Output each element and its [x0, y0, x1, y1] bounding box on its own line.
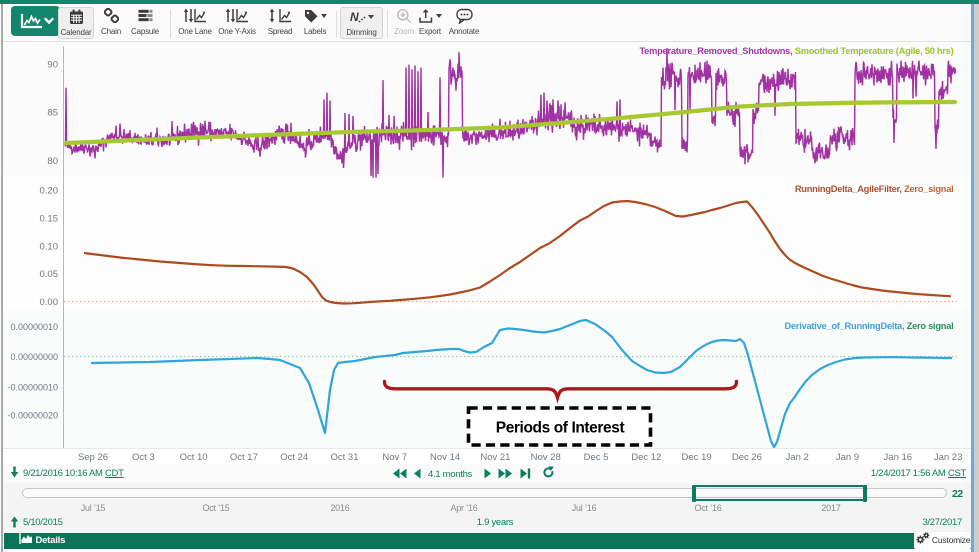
svg-text:-0.00000010: -0.00000010 [7, 383, 58, 393]
svg-text:-0.00000020: -0.00000020 [7, 411, 58, 421]
svg-text:Derivative_of_RunningDelta, Ze: Derivative_of_RunningDelta, Zero signal [784, 321, 953, 331]
svg-text:Oct 17: Oct 17 [230, 452, 258, 463]
svg-text:Dec 5: Dec 5 [584, 452, 609, 463]
svg-text:Sep 26: Sep 26 [78, 452, 108, 463]
svg-text:0.00: 0.00 [40, 297, 59, 308]
svg-text:RunningDelta_AgileFilter, Zero: RunningDelta_AgileFilter, Zero_signal [795, 184, 954, 194]
svg-text:Oct 24: Oct 24 [280, 452, 308, 463]
svg-text:N: N [350, 10, 359, 24]
svg-text:Jan 9: Jan 9 [836, 452, 859, 463]
svg-text:0.00000010: 0.00000010 [10, 322, 58, 332]
svg-text:0.10: 0.10 [40, 242, 59, 253]
svg-text:Nov 14: Nov 14 [430, 452, 460, 463]
svg-text:Oct 10: Oct 10 [180, 452, 208, 463]
svg-text:Dec 12: Dec 12 [631, 452, 661, 463]
svg-text:80: 80 [47, 156, 58, 167]
svg-text:Jan 23: Jan 23 [934, 452, 963, 463]
svg-text:Oct 31: Oct 31 [331, 452, 359, 463]
svg-text:Nov 7: Nov 7 [382, 452, 407, 463]
svg-text:4.1 months: 4.1 months [428, 469, 473, 480]
svg-text:Dec 26: Dec 26 [732, 452, 762, 463]
svg-text:Temperature_Removed_Shutdowns,: Temperature_Removed_Shutdowns, Smoothed … [639, 46, 953, 56]
svg-text:Dec 19: Dec 19 [682, 452, 712, 463]
svg-text:Oct 3: Oct 3 [132, 452, 155, 463]
svg-text:Nov 28: Nov 28 [531, 452, 561, 463]
svg-text:90: 90 [47, 60, 58, 71]
svg-text:Periods of Interest: Periods of Interest [496, 420, 625, 437]
svg-text:0.20: 0.20 [40, 186, 59, 197]
svg-text:0.15: 0.15 [40, 214, 59, 225]
svg-text:0.00000000: 0.00000000 [10, 352, 58, 362]
svg-text:Jan 16: Jan 16 [884, 452, 913, 463]
svg-text:Nov 21: Nov 21 [480, 452, 510, 463]
svg-text:85: 85 [47, 108, 58, 119]
svg-text:Jan 2: Jan 2 [786, 452, 809, 463]
svg-text:0.05: 0.05 [40, 269, 59, 280]
